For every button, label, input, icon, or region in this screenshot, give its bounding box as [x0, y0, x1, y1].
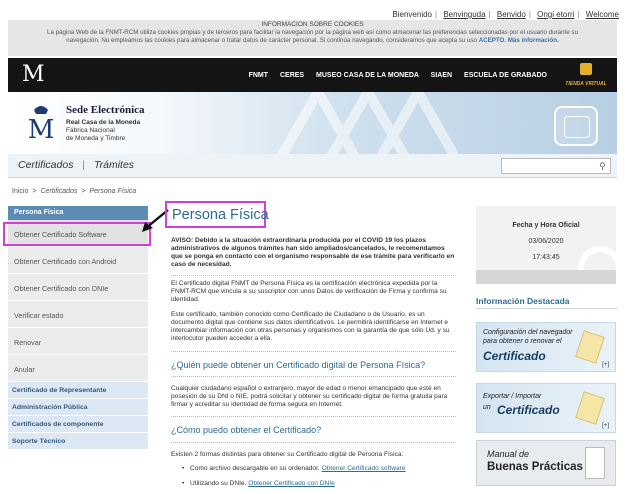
language-links: Bienvenido | Benvinguda | Benvido | Ongi et…: [392, 10, 619, 19]
sidebar-item-obtener-dnie[interactable]: Obtener Certificado con DNIe: [8, 274, 148, 301]
link-benvido[interactable]: Benvido: [497, 10, 526, 19]
cookies-accept-link[interactable]: ACEPTO.: [479, 37, 506, 44]
link-obtener-dnie[interactable]: Obtener Certificado con DNIe: [248, 480, 335, 487]
fnmt-logo-icon[interactable]: M: [22, 62, 45, 88]
sidebar-cat-representante[interactable]: Certificado de Representante: [8, 382, 148, 399]
link-welcome[interactable]: Welcome: [586, 10, 619, 19]
breadcrumb-current: Persona Física: [89, 188, 137, 195]
bullet-descargable: Como archivo descargable en su ordenador…: [182, 465, 406, 472]
cookies-banner: INFORMACION SOBRE COOKIES La página Web …: [8, 20, 617, 56]
question-quien-heading: ¿Quién puede obtener un Certificado digi…: [171, 360, 426, 370]
certificate-seal-icon: [575, 330, 605, 364]
como-paragraph: Existen 2 formas distintas para obtener …: [171, 451, 404, 458]
quien-paragraph: Cualquier ciudadano español o extranjero…: [171, 385, 448, 408]
promo-configuracion-navegador[interactable]: Configuración del navegador para obtener…: [476, 322, 616, 372]
tienda-virtual-link[interactable]: TIENDA VIRTUAL: [563, 62, 609, 88]
certificate-seal-icon: [575, 391, 605, 425]
info-destacada-heading: Información Destacada: [476, 296, 570, 306]
banner-decoration: [276, 92, 458, 154]
sidebar-item-obtener-android[interactable]: Obtener Certificado con Android: [8, 247, 148, 274]
intro-paragraph: El Certificado digital FNMT de Persona F…: [171, 280, 447, 303]
section-menu: Certificados | Trámites ⚲: [8, 154, 617, 178]
top-navbar: M FNMT CERES MUSEO CASA DE LA MONEDA SIA…: [8, 58, 617, 92]
breadcrumb: Inicio > Certificados > Persona Física: [12, 188, 137, 195]
expand-plus[interactable]: [+]: [602, 423, 609, 429]
sidebar-cat-componente[interactable]: Certificados de componente: [8, 416, 148, 433]
breadcrumb-certificados[interactable]: Certificados: [40, 188, 77, 195]
link-obtener-software[interactable]: Obtener Certificado software: [322, 465, 406, 472]
official-date-box: Fecha y Hora Oficial 03/06/2020 17:43:45: [476, 206, 616, 284]
cookies-text-line1: La página Web de la FNMT-RCM utiliza coo…: [47, 29, 578, 36]
sede-subtitle-2: Fábrica Nacional: [66, 127, 115, 134]
aviso-text: AVISO: Debido a la situación extraordina…: [171, 237, 455, 268]
link-benvinguda[interactable]: Benvinguda: [443, 10, 485, 19]
highlight-box-sidebar: [3, 222, 151, 246]
sidebar-cat-soporte[interactable]: Soporte Técnico: [8, 433, 148, 450]
page-title: Persona Física: [172, 207, 269, 223]
bullet-dnie: Utilizando su DNIe. Obtener Certificado …: [182, 480, 335, 487]
nav-item-siaen[interactable]: SIAEN: [431, 72, 452, 79]
cookies-text-line2: navegación. No empleamos las cookies par…: [66, 37, 477, 44]
sidebar-item-renovar[interactable]: Renovar: [8, 328, 148, 355]
book-icon: [585, 447, 605, 479]
svg-text:M: M: [28, 115, 55, 145]
nav-item-ceres[interactable]: CERES: [280, 72, 304, 79]
nav-item-escuela[interactable]: ESCUELA DE GRABADO: [464, 72, 547, 79]
link-bienvenido[interactable]: Bienvenido: [392, 10, 432, 19]
cookies-title: INFORMACION SOBRE COOKIES: [261, 21, 364, 28]
sede-electronica-title: Sede Electrónica: [66, 104, 145, 116]
smartcard-chip-icon: [554, 106, 598, 146]
menu-certificados[interactable]: Certificados: [18, 159, 73, 171]
shopping-bag-icon: [580, 63, 592, 75]
menu-tramites[interactable]: Trámites: [94, 159, 134, 171]
sidebar-header[interactable]: Persona Física: [8, 206, 148, 220]
manual-buenas-practicas[interactable]: Manual de Buenas Prácticas: [476, 440, 616, 486]
question-como-heading: ¿Cómo puedo obtener el Certificado?: [171, 425, 322, 435]
nav-item-fnmt[interactable]: FNMT: [249, 72, 268, 79]
sidebar-item-anular[interactable]: Anular: [8, 355, 148, 382]
date-title: Fecha y Hora Oficial: [512, 222, 580, 229]
link-ongi-etorri[interactable]: Ongi etorri: [537, 10, 574, 19]
clock-icon: [578, 246, 616, 270]
official-date: 03/06/2020: [528, 238, 564, 245]
tienda-label: TIENDA VIRTUAL: [565, 81, 607, 87]
header-banner: M Sede Electrónica Real Casa de la Moned…: [8, 92, 617, 154]
menu-separator: |: [82, 159, 85, 171]
royal-crest-icon: M: [28, 106, 55, 145]
nav-links: FNMT CERES MUSEO CASA DE LA MONEDA SIAEN…: [239, 72, 547, 79]
sidebar-cat-admin-publica[interactable]: Administración Pública: [8, 399, 148, 416]
nav-item-museo[interactable]: MUSEO CASA DE LA MONEDA: [316, 72, 419, 79]
search-input[interactable]: ⚲: [501, 158, 611, 174]
breadcrumb-inicio[interactable]: Inicio: [12, 188, 28, 195]
search-icon[interactable]: ⚲: [597, 161, 608, 172]
sede-subtitle-3: de Moneda y Timbre: [66, 135, 126, 142]
cookies-more-info-link[interactable]: Más información.: [508, 37, 559, 44]
description-paragraph: Este certificado, también conocido como …: [171, 311, 450, 342]
sede-subtitle-1: Real Casa de la Moneda: [66, 119, 141, 126]
sidebar-item-verificar[interactable]: Verificar estado: [8, 301, 148, 328]
expand-plus[interactable]: [+]: [602, 362, 609, 368]
promo-exportar-importar[interactable]: Exportar / Importar un Certificado [+]: [476, 383, 616, 433]
